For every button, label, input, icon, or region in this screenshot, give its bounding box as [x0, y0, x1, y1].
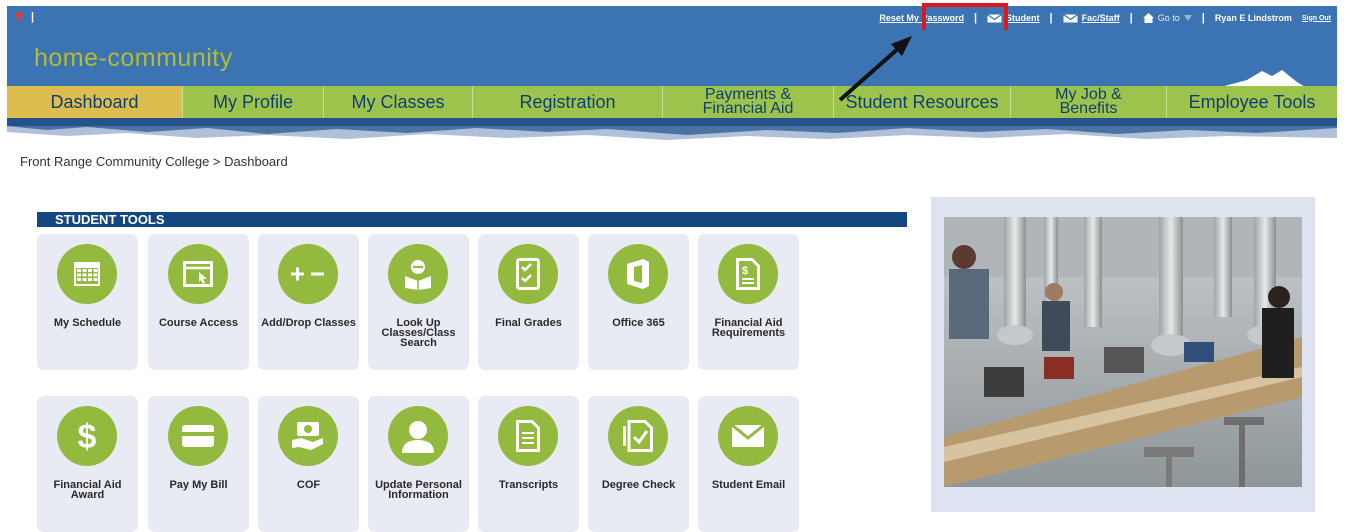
- document-check-icon: [623, 420, 653, 452]
- credit-card-icon: [182, 425, 214, 447]
- envelope-icon: [731, 424, 765, 447]
- tile-label: Update Personal Information: [375, 479, 462, 501]
- separator: |: [31, 11, 35, 23]
- tile-icon-circle: [498, 244, 558, 304]
- photo-panel: [931, 197, 1315, 512]
- tile-label: Degree Check: [601, 479, 676, 491]
- tile-label: Course Access: [158, 317, 239, 329]
- tile-add-drop-classes[interactable]: Add/Drop Classes: [258, 234, 359, 370]
- nav-tab-my-profile[interactable]: My Profile: [183, 86, 324, 118]
- tile-look-up-classes[interactable]: Look Up Classes/Class Search: [368, 234, 469, 370]
- tile-label: Add/Drop Classes: [261, 317, 356, 329]
- tile-icon-circle: [388, 406, 448, 466]
- home-icon: [1142, 13, 1154, 23]
- tile-label: Look Up Classes/Class Search: [381, 317, 456, 349]
- tile-label: Transcripts: [498, 479, 559, 491]
- torn-paper-edge: [7, 118, 1337, 140]
- nav-tab-label: Benefits: [1059, 100, 1118, 117]
- goto-label: Go to: [1157, 13, 1180, 23]
- nav-tab-label: Financial Aid: [702, 100, 794, 117]
- annotation-arrow: [838, 36, 912, 102]
- tile-icon-circle: [168, 244, 228, 304]
- svg-text:$: $: [742, 265, 748, 277]
- tile-icon-circle: [608, 406, 668, 466]
- tile-icon-circle: [608, 244, 668, 304]
- pin-icon[interactable]: [15, 11, 23, 23]
- student-link[interactable]: Student: [1006, 13, 1040, 23]
- site-name[interactable]: home-community: [34, 44, 233, 73]
- plus-minus-icon: [291, 267, 324, 281]
- dollar-icon: $: [78, 418, 97, 454]
- envelope-icon: [1062, 13, 1078, 22]
- tile-icon-circle: [388, 244, 448, 304]
- facstaff-link[interactable]: Fac/Staff: [1082, 13, 1120, 23]
- user-name: Ryan E Lindstrom: [1214, 13, 1292, 23]
- facstaff-email-link[interactable]: Fac/Staff: [1062, 13, 1120, 23]
- separator: |: [1201, 12, 1205, 24]
- separator: |: [1049, 12, 1053, 24]
- breadcrumb: Front Range Community College > Dashboar…: [20, 154, 288, 169]
- tile-label: My Schedule: [53, 317, 122, 329]
- tile-office-365[interactable]: Office 365: [588, 234, 689, 370]
- money-hand-icon: [292, 422, 323, 450]
- tile-course-access[interactable]: Course Access: [148, 234, 249, 370]
- tile-icon-circle: [278, 406, 338, 466]
- tile-label: Final Grades: [495, 317, 562, 329]
- mountain-logo: [1217, 70, 1307, 88]
- svg-text:$: $: [78, 418, 97, 454]
- calendar-icon: [74, 262, 100, 286]
- tile-label: COF: [296, 479, 321, 491]
- nav-tab-employee-tools[interactable]: Employee Tools: [1167, 86, 1337, 118]
- document-icon: [516, 420, 540, 452]
- browser-window-icon: [183, 261, 213, 287]
- tile-label: Financial Aid Requirements: [711, 317, 786, 339]
- tile-icon-circle: [168, 406, 228, 466]
- site-banner: home-community: [7, 30, 1337, 88]
- tile-label: Student Email: [711, 479, 786, 491]
- nav-tab-my-job-benefits[interactable]: My Job & Benefits: [1011, 86, 1167, 118]
- tile-icon-circle: [498, 406, 558, 466]
- sign-out-link[interactable]: Sign Out: [1302, 15, 1331, 22]
- tile-icon-circle: [718, 406, 778, 466]
- person-icon: [402, 421, 434, 453]
- workshop-photo: [944, 217, 1302, 487]
- tile-label: Financial Aid Award: [53, 479, 122, 501]
- tile-icon-circle: $: [718, 244, 778, 304]
- tile-my-schedule[interactable]: My Schedule: [37, 234, 138, 370]
- caret-down-icon: [1183, 15, 1192, 21]
- checklist-icon: [516, 258, 540, 290]
- nav-tab-payments-financial-aid[interactable]: Payments & Financial Aid: [663, 86, 834, 118]
- student-reading-icon: [405, 260, 431, 290]
- tile-label: Pay My Bill: [169, 479, 228, 491]
- nav-tab-my-classes[interactable]: My Classes: [324, 86, 473, 118]
- tile-label: Office 365: [612, 317, 665, 329]
- tile-financial-aid-requirements[interactable]: $ Financial Aid Requirements: [698, 234, 799, 370]
- main-nav: Dashboard My Profile My Classes Registra…: [7, 86, 1337, 118]
- dollar-document-icon: $: [736, 258, 760, 290]
- separator: |: [1129, 12, 1133, 24]
- tile-icon-circle: $: [57, 406, 117, 466]
- nav-tab-registration[interactable]: Registration: [473, 86, 663, 118]
- nav-tab-dashboard[interactable]: Dashboard: [7, 86, 183, 118]
- tile-final-grades[interactable]: Final Grades: [478, 234, 579, 370]
- goto-menu[interactable]: Go to: [1142, 13, 1192, 23]
- topbar-left: |: [15, 11, 34, 23]
- office-365-icon: [627, 259, 649, 289]
- tile-icon-circle: [278, 244, 338, 304]
- tile-icon-circle: [57, 244, 117, 304]
- top-utility-bar: | Reset My Password | Student | Fac/Staf…: [7, 6, 1337, 30]
- student-tools-header: STUDENT TOOLS: [37, 212, 907, 227]
